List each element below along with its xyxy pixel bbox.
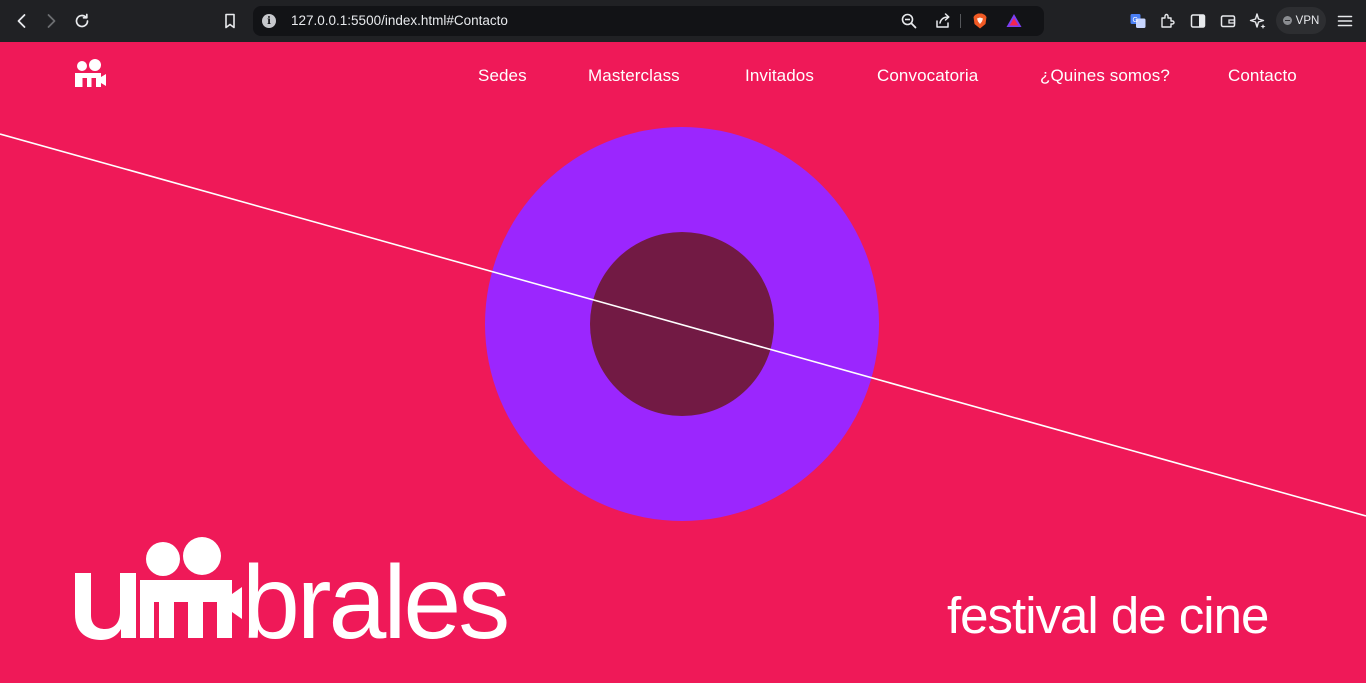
nav-link-masterclass[interactable]: Masterclass [588, 66, 680, 86]
chevron-right-icon [47, 14, 56, 28]
nav-link-quienes-somos[interactable]: ¿Quines somos? [1040, 66, 1170, 86]
url-text[interactable]: 127.0.0.1:5500/index.html#Contacto [291, 13, 508, 28]
translate-icon[interactable]: G [1128, 11, 1148, 31]
reload-button[interactable] [69, 8, 95, 34]
zoom-icon[interactable] [899, 11, 919, 31]
page-viewport: Sedes Masterclass Invitados Convocatoria… [0, 42, 1366, 683]
forward-button[interactable] [38, 8, 64, 34]
menu-icon[interactable] [1335, 11, 1355, 31]
wallet-icon[interactable] [1218, 11, 1238, 31]
nav-link-invitados[interactable]: Invitados [745, 66, 814, 86]
wordmark-brales-text: brales [242, 545, 507, 648]
site-info-icon[interactable]: i [262, 14, 276, 28]
vpn-label: VPN [1295, 14, 1320, 27]
reload-icon [75, 13, 89, 28]
bookmark-button[interactable] [217, 8, 243, 34]
brave-rewards-icon[interactable] [1004, 11, 1024, 31]
browser-toolbar: i 127.0.0.1:5500/index.html#Contacto G V… [0, 0, 1366, 42]
nav-link-convocatoria[interactable]: Convocatoria [877, 66, 978, 86]
vpn-button[interactable]: VPN [1276, 7, 1326, 34]
nav-link-sedes[interactable]: Sedes [478, 66, 527, 86]
svg-text:G: G [1133, 17, 1138, 24]
vpn-status-icon [1282, 16, 1292, 25]
brand-wordmark: umbrales brales [72, 536, 558, 648]
back-button[interactable] [9, 8, 35, 34]
divider [960, 14, 961, 28]
share-icon[interactable] [933, 11, 953, 31]
wordmark-graphic: brales [75, 537, 510, 648]
brave-shield-icon[interactable] [970, 11, 990, 31]
leo-ai-icon[interactable] [1248, 11, 1268, 31]
sidebar-icon[interactable] [1188, 11, 1208, 31]
nav-link-contacto[interactable]: Contacto [1228, 66, 1297, 86]
chevron-left-icon [17, 14, 26, 28]
bookmark-icon [225, 13, 235, 29]
tagline: festival de cine [947, 587, 1269, 644]
main-navigation: Sedes Masterclass Invitados Convocatoria… [0, 66, 1366, 88]
address-bar[interactable]: i 127.0.0.1:5500/index.html#Contacto [253, 6, 1044, 36]
extensions-icon[interactable] [1158, 11, 1178, 31]
